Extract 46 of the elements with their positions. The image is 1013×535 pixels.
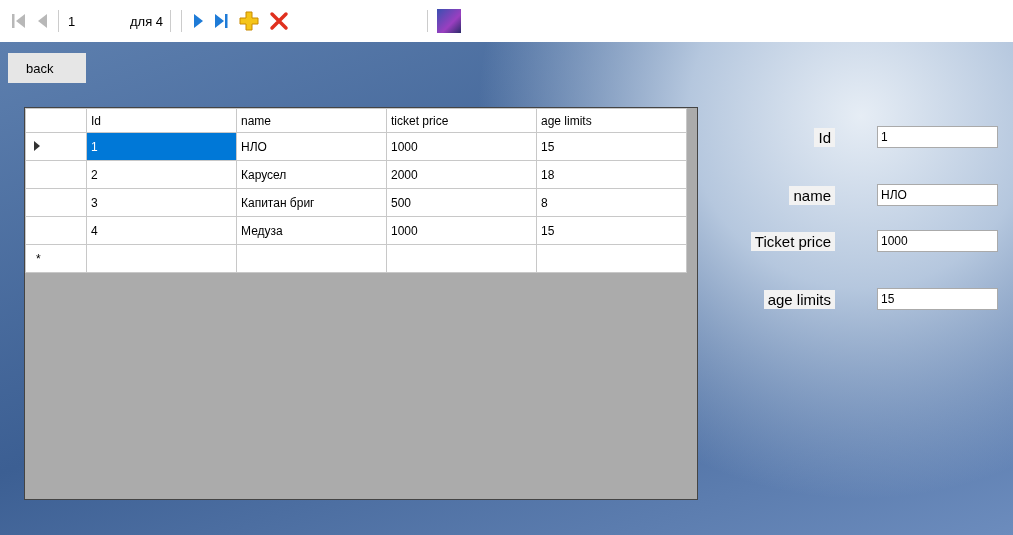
table-row[interactable]: 4 Медуза 1000 15 xyxy=(25,216,687,245)
table-cell[interactable]: Капитан бриг xyxy=(236,188,387,217)
table-cell[interactable] xyxy=(536,244,687,273)
left-triangle-icon xyxy=(36,12,48,30)
plus-icon xyxy=(239,11,260,31)
table-cell[interactable]: 2000 xyxy=(386,160,537,189)
table-cell[interactable] xyxy=(386,244,537,273)
column-header[interactable]: name xyxy=(236,108,387,133)
right-triangle-icon xyxy=(192,12,205,30)
table-cell[interactable]: 1000 xyxy=(386,132,537,161)
table-cell[interactable]: 18 xyxy=(536,160,687,189)
input-field[interactable]: 1000 xyxy=(877,230,998,252)
table-cell[interactable]: Карусел xyxy=(236,160,387,189)
first-icon xyxy=(11,12,26,30)
table-cell[interactable] xyxy=(86,244,237,273)
last-icon xyxy=(214,12,230,30)
table-cell[interactable]: НЛО xyxy=(236,132,387,161)
row-header[interactable] xyxy=(25,216,87,245)
table-row[interactable]: 2 Карусел 2000 18 xyxy=(25,160,687,189)
table-cell[interactable]: 500 xyxy=(386,188,537,217)
close-icon xyxy=(269,11,290,31)
back-button[interactable]: back xyxy=(8,53,86,83)
input-field[interactable]: НЛО xyxy=(877,184,998,206)
table-cell[interactable]: 4 xyxy=(86,216,237,245)
input-field[interactable]: 15 xyxy=(877,288,998,310)
record-count: для 4 xyxy=(130,13,164,29)
image-thumbnail[interactable] xyxy=(437,9,462,33)
row-header[interactable] xyxy=(25,188,87,217)
table-cell[interactable] xyxy=(236,244,387,273)
table-cell[interactable]: 2 xyxy=(86,160,237,189)
row-header[interactable] xyxy=(25,132,87,161)
table-cell[interactable]: 1000 xyxy=(386,216,537,245)
table-cell[interactable]: 15 xyxy=(536,216,687,245)
table-cell[interactable]: 1 xyxy=(86,132,237,161)
table-cell[interactable]: 8 xyxy=(536,188,687,217)
row-header[interactable] xyxy=(25,160,87,189)
column-header[interactable]: ticket price xyxy=(386,108,537,133)
table-cell[interactable]: 3 xyxy=(86,188,237,217)
new-row-marker: * xyxy=(35,251,41,266)
input-field[interactable]: 1 xyxy=(877,126,998,148)
column-header[interactable]: Id xyxy=(86,108,237,133)
table-row[interactable]: 3 Капитан бриг 500 8 xyxy=(25,188,687,217)
row-header-cell xyxy=(25,108,87,133)
column-header[interactable]: age limits xyxy=(536,108,687,133)
table-cell[interactable]: Медуза xyxy=(236,216,387,245)
table-cell[interactable]: 15 xyxy=(536,132,687,161)
